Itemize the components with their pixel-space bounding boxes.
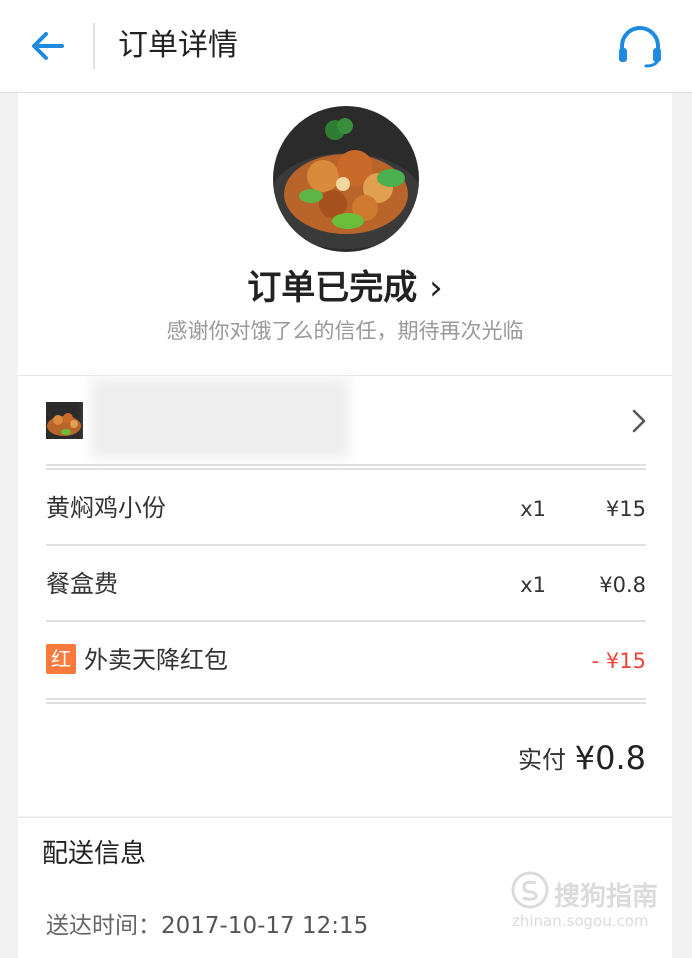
- shop-thumbnail: [46, 402, 83, 439]
- chevron-right-icon: ›: [429, 268, 443, 308]
- discount-amount: - ¥15: [591, 649, 646, 673]
- customer-service-button[interactable]: [616, 24, 664, 68]
- item-price: ¥0.8: [599, 573, 646, 597]
- discount-name: 外卖天降红包: [84, 646, 228, 674]
- page-title: 订单详情: [118, 28, 238, 63]
- total-amount: ¥0.8: [574, 739, 646, 777]
- red-packet-badge: 红: [46, 644, 76, 674]
- item-price: ¥15: [605, 497, 646, 521]
- item-name: 餐盒费: [46, 570, 118, 598]
- delivery-time-value: 2017-10-17 12:15: [161, 913, 369, 939]
- section-divider: [46, 698, 646, 704]
- top-bar: 订单详情: [0, 0, 692, 93]
- order-status-subtitle: 感谢你对饿了么的信任，期待再次光临: [166, 319, 524, 343]
- item-quantity: x1: [520, 573, 546, 597]
- delivery-time: 送达时间：2017-10-17 12:15: [46, 910, 368, 942]
- order-status-label: 订单已完成: [247, 268, 418, 308]
- watermark-logo-icon: [511, 871, 549, 909]
- watermark: 搜狗指南 zhinan.sogou.com: [510, 870, 670, 936]
- watermark-text: 搜狗指南: [554, 882, 659, 912]
- chevron-right-icon: [630, 408, 648, 434]
- header-divider: [93, 23, 95, 69]
- item-name: 黄焖鸡小份: [46, 494, 166, 522]
- list-item: 餐盒费 x1 ¥0.8: [46, 546, 646, 622]
- headset-icon: [619, 26, 661, 68]
- item-quantity: x1: [520, 497, 546, 521]
- food-image: [273, 106, 419, 252]
- shop-row[interactable]: [18, 376, 672, 464]
- order-status-title[interactable]: 订单已完成 ›: [18, 265, 672, 311]
- watermark-url: zhinan.sogou.com: [512, 912, 649, 930]
- back-button[interactable]: [28, 26, 68, 66]
- arrow-left-icon: [32, 32, 64, 60]
- delivery-title: 配送信息: [42, 839, 147, 869]
- order-detail-card: 黄焖鸡小份 x1 ¥15 餐盒费 x1 ¥0.8 红 外卖天降红包 - ¥15 …: [18, 376, 672, 816]
- discount-row: 红 外卖天降红包 - ¥15: [46, 622, 646, 696]
- order-status-card: 订单已完成 › 感谢你对饿了么的信任，期待再次光临: [18, 93, 672, 376]
- shop-name-blurred: [91, 378, 349, 458]
- list-item: 黄焖鸡小份 x1 ¥15: [46, 470, 646, 546]
- delivery-time-label: 送达时间：: [46, 913, 161, 939]
- total-label: 实付: [518, 746, 566, 774]
